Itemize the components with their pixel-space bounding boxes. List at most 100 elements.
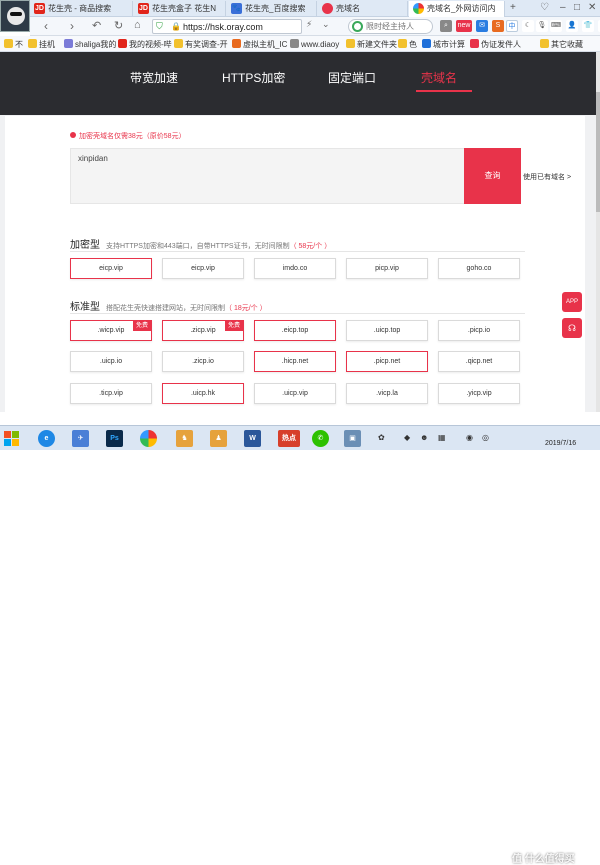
back-arrow-icon[interactable]: ‹ (44, 19, 48, 33)
domain-chip[interactable]: .uicp.top (346, 320, 428, 341)
forward-arrow-icon[interactable]: › (70, 19, 74, 33)
tab-shell-domain-active[interactable]: 壳域名_外网访问内 (409, 1, 505, 17)
hot-news-icon[interactable]: 热点 (278, 430, 300, 447)
domain-chip[interactable]: imdo.co (254, 258, 336, 279)
home-icon[interactable]: ⌂ (134, 19, 141, 31)
tab-shell-domain[interactable]: 壳域名 (318, 1, 408, 16)
tray-icon[interactable]: ◉ (466, 433, 473, 442)
new-badge-icon[interactable]: new (456, 20, 472, 32)
search-icon[interactable]: ⌕ (440, 20, 452, 32)
nav-https[interactable]: HTTPS加密 (222, 69, 285, 86)
web-page: 带宽加速 HTTPS加密 固定端口 壳域名 加密壳域名仅需38元（原价58元） … (0, 52, 596, 412)
avatar[interactable] (0, 0, 30, 32)
bookmark-item[interactable]: 色 (398, 39, 417, 50)
tab-jd-box[interactable]: JD 花生壳盒子 花生N (134, 1, 226, 16)
section-price: （ 18元/个 ） (225, 305, 267, 312)
tray-icon[interactable]: ▦ (438, 433, 446, 442)
domain-chip[interactable]: goho.co (438, 258, 520, 279)
bookmark-item[interactable]: 不 (4, 39, 23, 50)
undo-icon[interactable]: ↶ (92, 19, 101, 32)
bookmark-item[interactable]: 城市计算 (422, 39, 465, 50)
user-icon[interactable]: 👤 (566, 20, 578, 32)
photoshop-icon[interactable]: Ps (106, 430, 123, 447)
reload-icon[interactable]: ↻ (114, 19, 123, 32)
shirt-icon[interactable]: 👕 (582, 20, 594, 32)
domain-chip[interactable]: .wicp.vip 免费 (70, 320, 152, 341)
bookmark-item[interactable]: 虚拟主机_IC (232, 39, 287, 50)
moon-icon[interactable]: ☾ (522, 20, 534, 32)
nav-fixed-port[interactable]: 固定端口 (328, 69, 376, 86)
app-icon[interactable]: ♟ (210, 430, 227, 447)
keyboard-icon[interactable]: ⌨ (550, 20, 562, 32)
bookmark-item[interactable]: 有奖调查-开 (174, 39, 228, 50)
sogou-s-icon[interactable]: S (492, 20, 504, 32)
lightning-icon[interactable]: ⚡ (306, 19, 312, 30)
tray-icon[interactable]: ◎ (482, 433, 489, 442)
domain-chip[interactable]: .qicp.net (438, 351, 520, 372)
shirt-icon[interactable]: ♡ (540, 2, 549, 13)
tab-baidu[interactable]: 🐾 花生壳_百度搜索 (227, 1, 317, 16)
search-input[interactable] (366, 21, 430, 32)
tray-icon[interactable]: ◆ (404, 433, 410, 442)
start-windows-icon[interactable] (4, 431, 20, 447)
domain-chip[interactable]: eicp.vip (70, 258, 152, 279)
domain-chip[interactable]: .uicp.hk (162, 383, 244, 404)
search-field[interactable] (348, 19, 433, 34)
bookmark-item[interactable]: www.diaoy (290, 39, 339, 49)
tray-icon[interactable]: ✿ (378, 433, 385, 442)
domain-chip[interactable]: .uicp.vip (254, 383, 336, 404)
bookmark-item[interactable]: shaliga我的 (64, 39, 116, 50)
bookmark-item[interactable]: 我的视频-哔 (118, 39, 172, 50)
word-icon[interactable]: W (244, 430, 261, 447)
qq-icon[interactable]: ☻ (420, 433, 428, 442)
close-icon[interactable]: ✕ (588, 2, 596, 13)
browser-taskbar-icon[interactable] (140, 430, 157, 447)
maximize-icon[interactable]: □ (574, 2, 580, 13)
domain-chip[interactable]: picp.vip (346, 258, 428, 279)
active-tab-underline (416, 90, 472, 92)
add-tab-icon[interactable]: + (510, 2, 516, 13)
domain-chip[interactable]: .uicp.io (70, 351, 152, 372)
domain-chip[interactable]: .eicp.top (254, 320, 336, 341)
wechat-icon[interactable]: ✆ (312, 430, 329, 447)
divider (70, 313, 525, 314)
app-float-button[interactable]: APP (562, 292, 582, 312)
nav-bandwidth[interactable]: 带宽加速 (130, 69, 178, 86)
tab-jd-search[interactable]: JD 花生壳 - 商品搜索 (30, 1, 133, 16)
mail-icon[interactable]: ✉ (476, 20, 488, 32)
domain-input[interactable]: xinpidan (70, 148, 465, 204)
domain-chip[interactable]: .yicp.vip (438, 383, 520, 404)
nav-shell-domain[interactable]: 壳域名 (421, 69, 457, 86)
bookmark-item[interactable]: 新建文件夹 (346, 39, 397, 50)
minimize-icon[interactable]: – (560, 2, 566, 13)
domain-chip[interactable]: .picp.io (438, 320, 520, 341)
domain-search-panel: 加密壳域名仅需38元（原价58元） xinpidan 查询 使用已有域名 > 加… (5, 116, 585, 412)
clock-date[interactable]: 2019/7/16 (545, 439, 576, 448)
query-button[interactable]: 查询 (464, 148, 521, 204)
domain-chip[interactable]: .ticp.vip (70, 383, 152, 404)
ie-icon[interactable]: e (38, 430, 55, 447)
scrollbar-thumb[interactable] (596, 92, 600, 212)
bookmark-more[interactable]: 其它收藏 (540, 39, 583, 50)
page-scrollbar[interactable] (596, 52, 600, 412)
domain-chip[interactable]: .picp.net (346, 351, 428, 372)
ime-chinese-icon[interactable]: 中 (506, 20, 518, 32)
tab-label: 花生壳_百度搜索 (245, 4, 306, 13)
mic-icon[interactable]: 🎙 (536, 20, 548, 32)
domain-chip[interactable]: eicp.vip (162, 258, 244, 279)
bookmark-item[interactable]: 挂机 (28, 39, 55, 50)
megaphone-icon (70, 132, 76, 138)
domain-chip[interactable]: .vicp.la (346, 383, 428, 404)
address-bar[interactable]: ⛉ 🔒 https://hsk.oray.com (152, 19, 302, 34)
bird-app-icon[interactable]: ✈ (72, 430, 89, 447)
bookmark-item[interactable]: 伪证发件人 (470, 39, 521, 50)
customer-service-button[interactable]: ☊ (562, 318, 582, 338)
domain-chip[interactable]: .zicp.vip 免费 (162, 320, 244, 341)
domain-chip[interactable]: .zicp.io (162, 351, 244, 372)
domain-chip[interactable]: .hicp.net (254, 351, 336, 372)
shield-icon: ⛉ (156, 21, 163, 31)
app-icon[interactable]: ▣ (344, 430, 361, 447)
dropdown-icon[interactable]: ⌄ (322, 19, 330, 30)
app-icon[interactable]: ♞ (176, 430, 193, 447)
use-own-domain-link[interactable]: 使用已有域名 > (523, 172, 571, 182)
